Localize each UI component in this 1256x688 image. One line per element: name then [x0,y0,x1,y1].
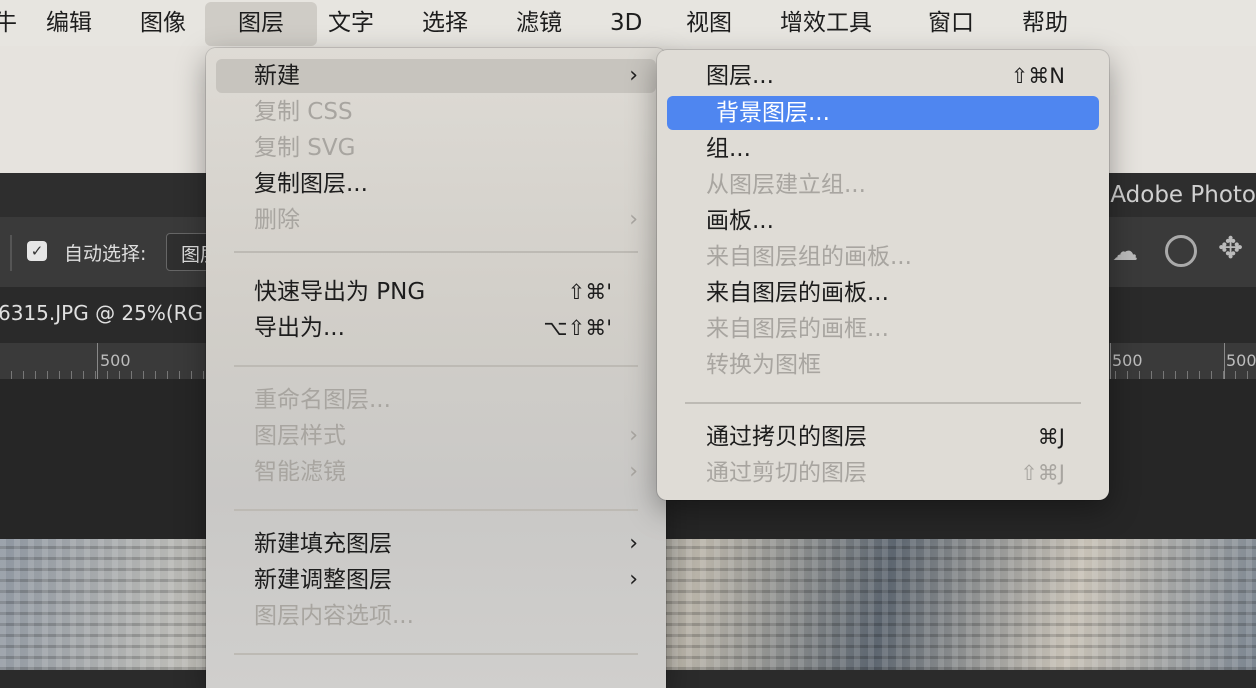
submenu-item-artboard[interactable]: 画板... [657,204,1109,238]
document-tab[interactable]: 6315.JPG @ 25%(RG [0,301,203,325]
menu-item-rename-layer: 重命名图层... [254,387,391,413]
chevron-right-icon: › [629,423,638,448]
submenu-item-artboard-from-layers[interactable]: 来自图层的画板... [657,276,1109,310]
ruler-label: 500 [100,351,131,370]
3d-rotate-icon[interactable] [1165,235,1197,267]
shortcut: ⌥⇧⌘' [543,316,612,340]
chevron-right-icon: › [629,207,638,232]
menu-item-layer-style: 图层样式 › [206,419,666,453]
auto-select-checkbox[interactable]: ✓ [27,241,47,261]
menu-layer[interactable]: 图层 [205,2,317,46]
shortcut: ⇧⌘' [567,280,612,304]
submenu-item-artboard-from-group: 来自图层组的画板... [706,244,912,270]
menu-3d[interactable]: 3D [610,0,642,46]
menu-item-smart-filter: 智能滤镜 › [206,455,666,489]
menu-type[interactable]: 文字 [328,0,374,46]
menu-plugins[interactable]: 增效工具 [780,0,872,46]
menu-file-partial[interactable]: 牛 [0,0,17,46]
menu-window[interactable]: 窗口 [928,0,974,46]
shortcut: ⌘J [1037,425,1065,449]
chevron-right-icon: › [629,459,638,484]
chevron-right-icon: › [629,567,638,592]
submenu-item-frame-from-layers: 来自图层的画框... [706,316,889,342]
menu-image[interactable]: 图像 [140,0,186,46]
ruler-label: 500 [1226,351,1256,370]
3d-pan-icon[interactable]: ✥ [1218,231,1243,266]
menu-edit[interactable]: 编辑 [46,0,92,46]
submenu-item-convert-to-frame: 转换为图框 [706,352,821,378]
menu-item-export-as[interactable]: 导出为... ⌥⇧⌘' [206,311,666,345]
menu-filter[interactable]: 滤镜 [516,0,562,46]
menu-item-quick-export-png[interactable]: 快速导出为 PNG ⇧⌘' [206,275,666,309]
menu-item-new-fill-layer[interactable]: 新建填充图层 › [206,527,666,561]
shortcut: ⇧⌘N [1010,64,1065,88]
menu-item-layer-content-options: 图层内容选项... [254,603,414,629]
menu-item-new-adjustment-layer[interactable]: 新建调整图层 › [206,563,666,597]
menu-separator [234,509,638,511]
new-submenu: 图层... ⇧⌘N 背景图层... 组... 从图层建立组... 画板... 来… [657,50,1109,500]
menu-item-delete: 删除 › [206,203,666,237]
auto-select-label: 自动选择: [64,243,147,265]
layer-menu-dropdown: 新建 › 复制 CSS 复制 SVG 复制图层... 删除 › 快速导出为 PN… [206,48,666,688]
shortcut: ⇧⌘J [1020,461,1065,485]
menu-separator [685,402,1081,404]
chevron-right-icon: › [629,531,638,556]
submenu-item-layer-via-copy[interactable]: 通过拷贝的图层 ⌘J [657,420,1109,454]
submenu-item-group[interactable]: 组... [657,132,1109,166]
menu-item-copy-css: 复制 CSS [254,99,353,125]
menu-select[interactable]: 选择 [422,0,468,46]
submenu-item-layer[interactable]: 图层... ⇧⌘N [657,59,1109,93]
menu-separator [234,251,638,253]
menu-bar: 牛 编辑 图像 图层 文字 选择 滤镜 3D 视图 增效工具 窗口 帮助 [0,0,1256,46]
chevron-right-icon: › [629,63,638,88]
menu-separator [234,653,638,655]
app-title: Adobe Photo [1110,182,1256,208]
menu-item-new[interactable]: 新建 › [216,59,656,93]
menu-help[interactable]: 帮助 [1022,0,1068,46]
menu-separator [234,365,638,367]
ruler-label: 500 [1112,351,1143,370]
submenu-item-group-from-layers: 从图层建立组... [706,172,866,198]
submenu-item-background-layer[interactable]: 背景图层... [667,96,1099,130]
menu-item-copy-svg: 复制 SVG [254,135,356,161]
submenu-item-layer-via-cut: 通过剪切的图层 ⇧⌘J [657,456,1109,490]
menu-view[interactable]: 视图 [686,0,732,46]
menu-item-duplicate-layer[interactable]: 复制图层... [206,167,666,201]
3d-orbit-icon[interactable]: ☁ [1112,237,1144,267]
